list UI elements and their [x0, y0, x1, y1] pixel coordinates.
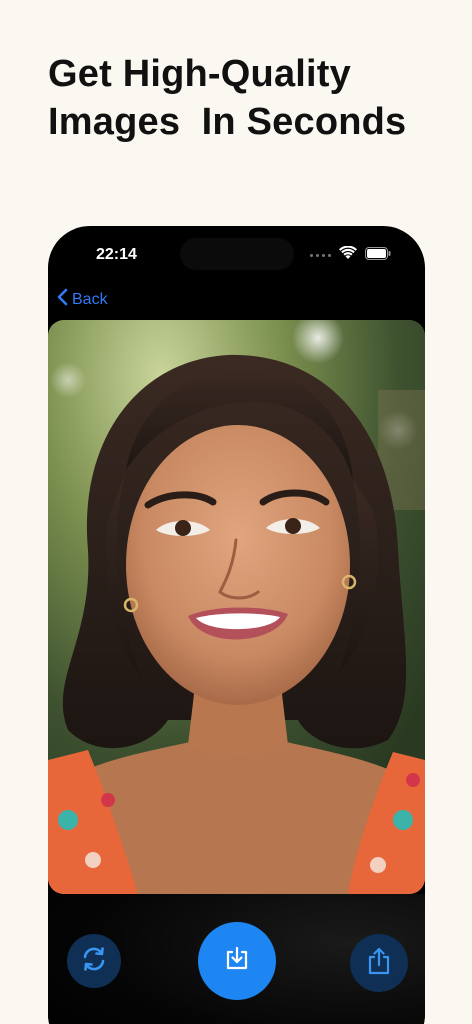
- wifi-icon: [339, 245, 357, 265]
- status-icons: [310, 245, 391, 265]
- headline-line-1: Get High-Quality: [48, 53, 351, 95]
- download-button[interactable]: [198, 922, 276, 1000]
- phone-mockup: 22:14 Back: [48, 226, 425, 1024]
- download-icon: [223, 945, 251, 978]
- refresh-icon: [79, 944, 109, 979]
- back-label: Back: [72, 290, 108, 308]
- share-icon: [365, 946, 393, 981]
- chevron-left-icon: [56, 288, 68, 311]
- battery-icon: [365, 246, 391, 265]
- share-button[interactable]: [350, 934, 408, 992]
- portrait-photo: [48, 320, 425, 894]
- headline-line-2: Images In Seconds: [48, 101, 407, 143]
- dynamic-island: [180, 238, 294, 270]
- page: Get High-Quality Images In Seconds 22:14: [0, 0, 472, 1024]
- signal-dots-icon: [310, 254, 331, 257]
- refresh-button[interactable]: [67, 934, 121, 988]
- headline: Get High-Quality Images In Seconds: [48, 50, 448, 146]
- action-bar: [48, 894, 425, 1024]
- status-time: 22:14: [96, 246, 137, 263]
- back-button[interactable]: Back: [56, 288, 108, 311]
